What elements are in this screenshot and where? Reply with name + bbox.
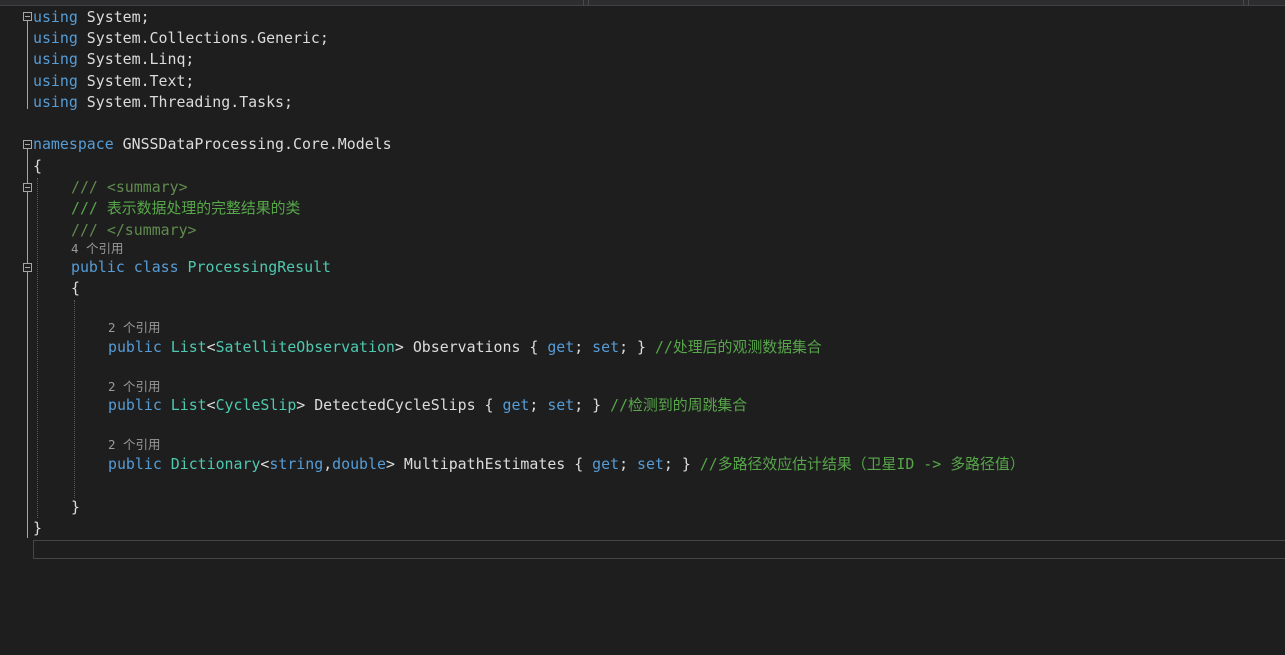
punctuation: ; [619,455,637,473]
doc-comment-text: /// 表示数据处理的完整结果的类 [71,199,301,217]
keyword-using: using [33,93,78,111]
outline-namespace-line [27,149,28,538]
keyword-public: public [108,338,162,356]
collapse-namespace-icon[interactable] [23,140,32,149]
property-declaration: > DetectedCycleSlips { [296,396,503,414]
keyword-using: using [33,29,78,47]
punctuation: ; [529,396,548,414]
namespace-ref: System.Text; [77,72,195,90]
keyword-set: set [637,455,664,473]
code-line-multipath-property[interactable]: public Dictionary<string,double> Multipa… [108,454,1025,475]
doc-comment-tag: <summary> [106,178,188,196]
keyword-public: public [108,396,162,414]
top-bar-separator [583,0,584,5]
doc-comment-slashes: /// [71,178,107,196]
line-comment: //检测到的周跳集合 [610,396,748,414]
namespace-ref: System; [77,8,150,26]
brace-open: { [71,279,80,297]
type-name: List [161,338,207,356]
codelens-references-class[interactable]: 4 个引用 [71,240,124,258]
keyword-set: set [592,338,620,356]
outline-using-line [27,21,28,109]
code-line-using-linq[interactable]: using System.Linq; [33,49,194,70]
code-line-namespace-close[interactable]: } [33,518,42,539]
punctuation: ; } [619,338,655,356]
keyword-get: get [592,455,620,473]
keyword-namespace: namespace [33,135,114,153]
namespace-name: GNSSDataProcessing.Core.Models [113,135,392,153]
code-line-using-text[interactable]: using System.Text; [33,71,194,92]
property-declaration: > Observations { [394,338,548,356]
line-comment: //多路径效应估计结果（卫星ID -> 多路径值） [699,455,1025,473]
code-editor[interactable]: using System; using System.Collections.G… [0,0,1285,655]
code-line-class-open[interactable]: { [71,278,80,299]
top-bar-separator [588,0,589,5]
brace-close: } [71,498,80,516]
line-comment: //处理后的观测数据集合 [654,338,822,356]
punctuation: < [206,338,216,356]
generic-type-name: CycleSlip [215,396,297,414]
codelens-references-observations[interactable]: 2 个引用 [108,319,161,337]
code-line-doc-summary-open[interactable]: /// <summary> [71,177,188,198]
code-line-cycleslips-property[interactable]: public List<CycleSlip> DetectedCycleSlip… [108,395,747,416]
code-line-using-system[interactable]: using System; [33,7,150,28]
keyword-public: public [71,258,125,276]
type-name: List [161,396,207,414]
current-line-highlight[interactable] [33,540,1285,559]
code-line-class-close[interactable]: } [71,497,80,518]
codelens-references-cycleslips[interactable]: 2 个引用 [108,378,161,396]
keyword-using: using [33,50,78,68]
keyword-class: class [124,258,179,276]
code-line-doc-text[interactable]: /// 表示数据处理的完整结果的类 [71,198,300,219]
keyword-string: string [269,455,324,473]
punctuation: ; } [663,455,700,473]
punctuation: , [323,455,333,473]
namespace-ref: System.Collections.Generic; [77,29,329,47]
namespace-ref: System.Threading.Tasks; [77,93,293,111]
indent-guide [74,300,75,498]
doc-comment-tag: </summary> [106,221,197,239]
code-line-using-collections[interactable]: using System.Collections.Generic; [33,28,329,49]
punctuation: ; } [574,396,611,414]
punctuation: < [206,396,216,414]
editor-top-bar [0,0,1285,6]
brace-open: { [33,157,42,175]
brace-close: } [33,519,42,537]
keyword-using: using [33,8,78,26]
keyword-using: using [33,72,78,90]
indent-guide [37,178,38,518]
top-bar-separator [1248,0,1249,5]
code-line-doc-summary-close[interactable]: /// </summary> [71,220,197,241]
class-name: ProcessingResult [178,258,331,276]
code-line-namespace[interactable]: namespace GNSSDataProcessing.Core.Models [33,134,392,155]
generic-type-name: SatelliteObservation [215,338,395,356]
collapse-summary-icon[interactable] [23,183,32,192]
keyword-double: double [332,455,386,473]
type-name: Dictionary [161,455,261,473]
property-declaration: > MultipathEstimates { [385,455,593,473]
keyword-public: public [108,455,162,473]
keyword-get: get [547,338,575,356]
code-line-class-declaration[interactable]: public class ProcessingResult [71,257,331,278]
codelens-references-multipath[interactable]: 2 个引用 [108,436,161,454]
top-bar-separator [1243,0,1244,5]
collapse-class-icon[interactable] [23,263,32,272]
keyword-get: get [502,396,530,414]
code-line-namespace-open[interactable]: { [33,156,42,177]
code-line-observations-property[interactable]: public List<SatelliteObservation> Observ… [108,337,822,358]
punctuation: ; [574,338,593,356]
namespace-ref: System.Linq; [77,50,195,68]
keyword-set: set [547,396,575,414]
collapse-using-icon[interactable] [23,12,32,21]
code-line-using-tasks[interactable]: using System.Threading.Tasks; [33,92,293,113]
doc-comment-slashes: /// [71,221,107,239]
